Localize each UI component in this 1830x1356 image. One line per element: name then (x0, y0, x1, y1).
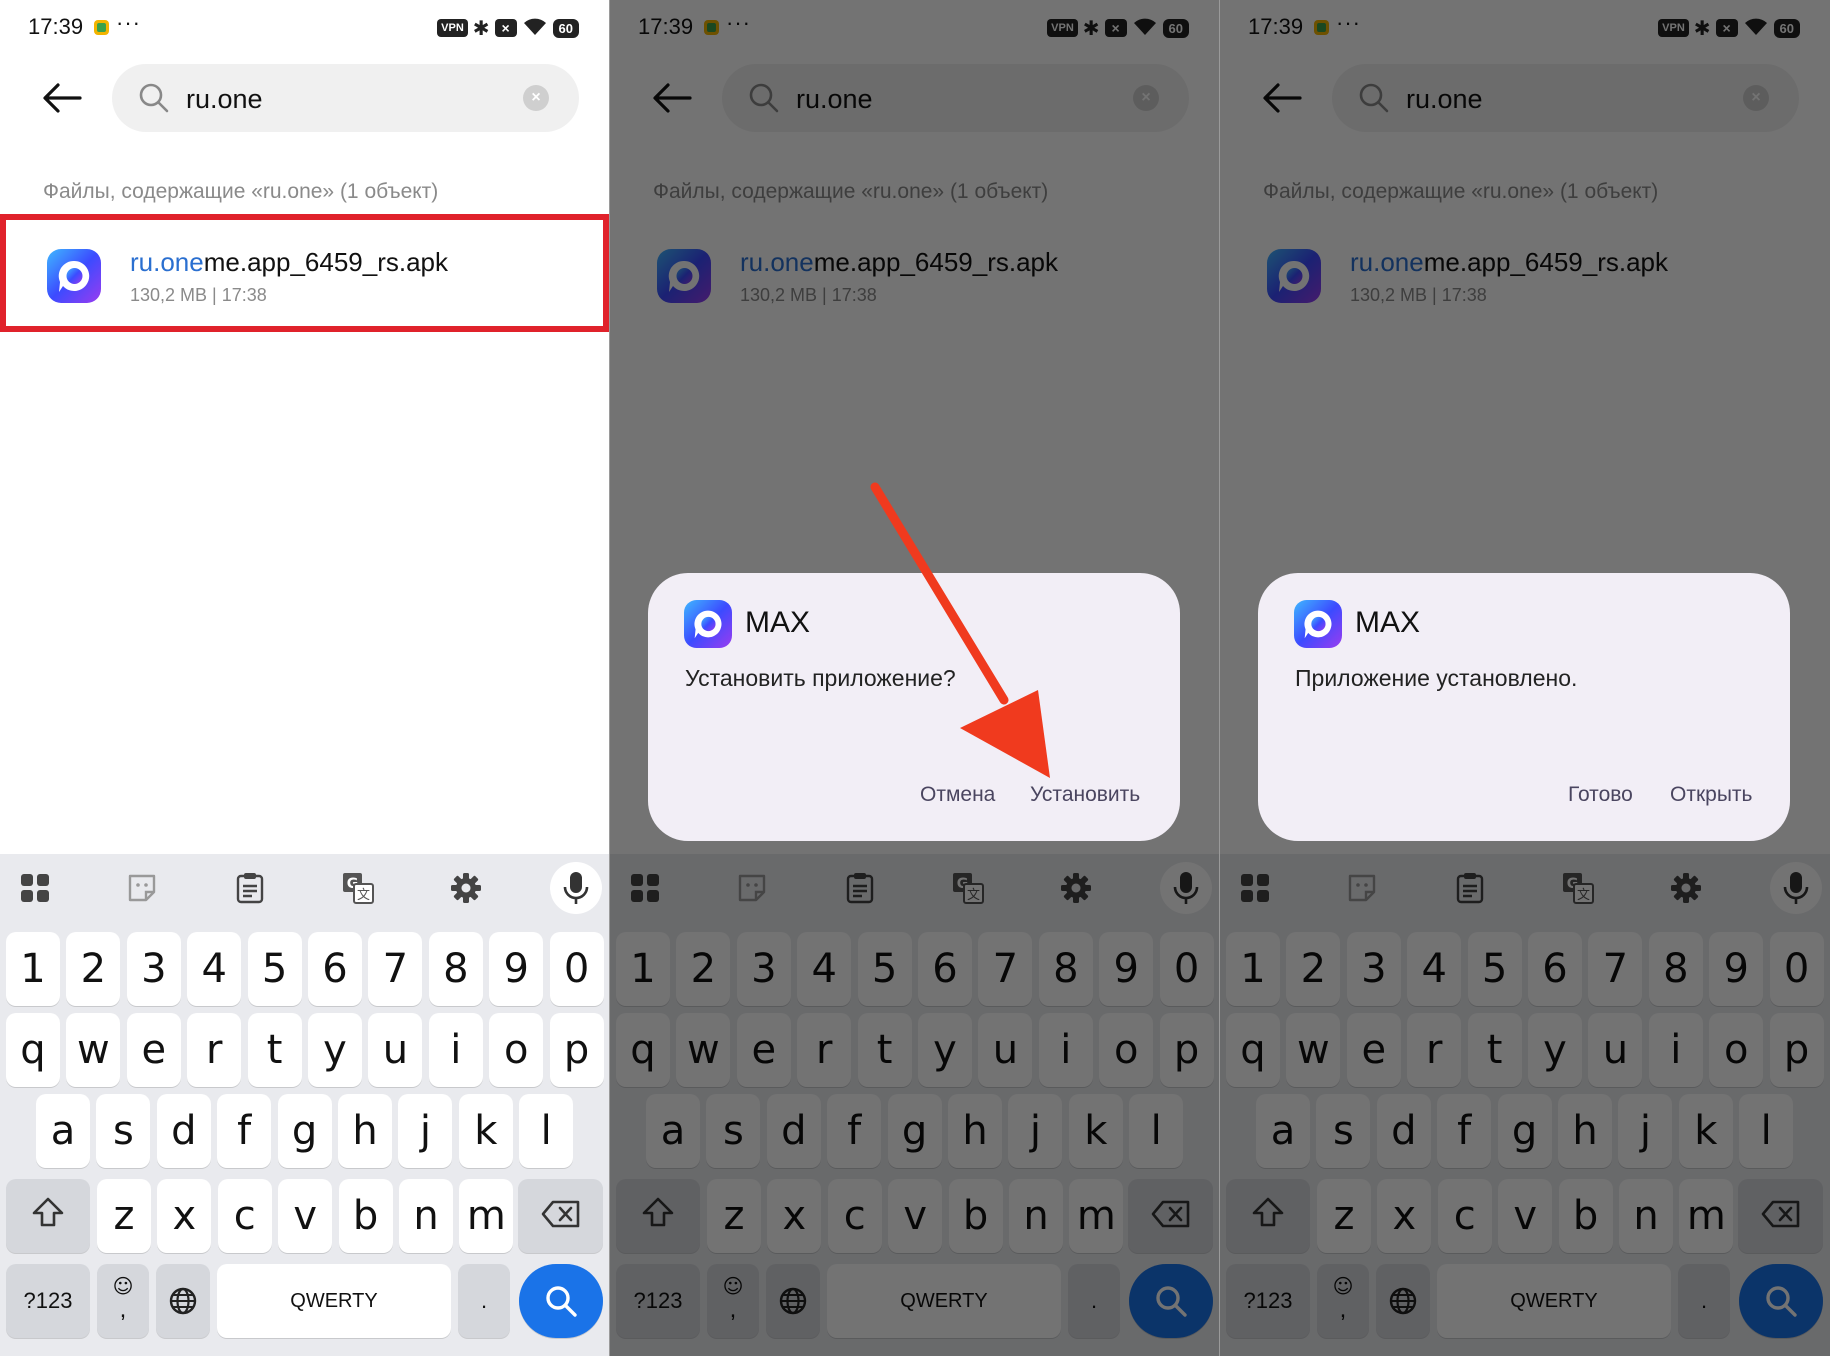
wifi-icon (522, 16, 548, 41)
key-3[interactable]: 3 (126, 932, 181, 1006)
back-arrow-icon[interactable] (40, 76, 84, 120)
dialog-app-name: MAX (745, 606, 811, 639)
key-a[interactable]: a (36, 1094, 90, 1168)
search-enter-key[interactable] (519, 1264, 603, 1338)
on-screen-keyboard: G文 1234567890 qwertyuiop asdfghjkl zxcvbnm?… (0, 854, 609, 1356)
key-p[interactable]: p (549, 1013, 604, 1087)
key-i[interactable]: i (428, 1013, 483, 1087)
max-app-icon (684, 600, 732, 648)
comma-label: , (119, 1296, 127, 1323)
screenshot-panel-install-prompt: 17:39 ··· VPN ✱ × 60 ru.one × Файлы, сод… (610, 0, 1219, 1356)
max-app-icon (1294, 600, 1342, 648)
key-j[interactable]: j (398, 1094, 453, 1168)
key-k[interactable]: k (458, 1094, 513, 1168)
key-s[interactable]: s (96, 1094, 151, 1168)
key-c[interactable]: c (217, 1179, 272, 1253)
sticker-icon[interactable] (122, 868, 162, 908)
key-1[interactable]: 1 (6, 932, 60, 1006)
key-q[interactable]: q (6, 1013, 60, 1087)
battery-icon: 60 (552, 18, 579, 38)
key-4[interactable]: 4 (187, 932, 242, 1006)
key-9[interactable]: 9 (489, 932, 544, 1006)
dialog-app-name: MAX (1355, 606, 1421, 639)
key-2[interactable]: 2 (66, 932, 121, 1006)
sim-off-icon: × (494, 19, 517, 37)
apps-grid-icon[interactable] (15, 868, 55, 908)
dialog-message: Приложение установлено. (1295, 665, 1578, 691)
shift-key[interactable] (6, 1179, 90, 1253)
settings-gear-icon[interactable] (446, 868, 486, 908)
file-size-and-time: 130,2 MB | 17:38 (130, 285, 267, 305)
notification-app-icon (94, 20, 109, 35)
search-query-text: ru.one (186, 84, 263, 114)
clear-search-icon[interactable]: × (523, 85, 549, 111)
key-b[interactable]: b (338, 1179, 393, 1253)
key-o[interactable]: o (489, 1013, 544, 1087)
screenshot-panel-installed: 17:39 ··· VPN ✱ × 60 ru.one × Файлы, сод… (1220, 0, 1830, 1356)
space-key[interactable]: QWERTY (217, 1264, 451, 1338)
search-icon (138, 82, 170, 114)
screenshot-panel-search: 17:39 ··· VPN ✱ × 60 ru.one × Файлы, сод… (0, 0, 609, 1356)
search-input[interactable]: ru.one × (112, 64, 579, 132)
keyboard-toolbar: G文 (0, 854, 609, 924)
dialog-message: Установить приложение? (685, 665, 956, 691)
key-y[interactable]: y (308, 1013, 362, 1087)
more-notifications-icon: ··· (116, 10, 141, 35)
key-8[interactable]: 8 (428, 932, 483, 1006)
dialog-secondary-button[interactable]: Отмена (920, 783, 995, 807)
period-key[interactable]: . (458, 1264, 510, 1338)
key-d[interactable]: d (156, 1094, 211, 1168)
microphone-icon (556, 868, 596, 908)
key-6[interactable]: 6 (308, 932, 362, 1006)
status-bar: 17:39 ··· VPN ✱ × 60 (0, 0, 609, 56)
key-5[interactable]: 5 (247, 932, 302, 1006)
key-u[interactable]: u (368, 1013, 423, 1087)
key-7[interactable]: 7 (368, 932, 423, 1006)
language-globe-key[interactable] (156, 1264, 210, 1338)
status-time: 17:39 (28, 14, 84, 39)
key-w[interactable]: w (66, 1013, 121, 1087)
clipboard-icon[interactable] (230, 868, 270, 908)
key-f[interactable]: f (217, 1094, 272, 1168)
file-name: ru.oneme.app_6459_rs.apk (130, 247, 448, 278)
dialog-primary-button[interactable]: Установить (1030, 783, 1140, 807)
symbols-key[interactable]: ?123 (6, 1264, 90, 1338)
install-dialog: MAX Приложение установлено. Готово Откры… (1258, 573, 1790, 841)
file-name-match: ru.one (130, 247, 204, 277)
key-0[interactable]: 0 (549, 932, 604, 1006)
key-n[interactable]: n (399, 1179, 453, 1253)
key-t[interactable]: t (247, 1013, 302, 1087)
key-m[interactable]: m (459, 1179, 514, 1253)
translate-icon[interactable]: G文 (338, 868, 378, 908)
dialog-secondary-button[interactable]: Готово (1568, 783, 1633, 807)
svg-text:文: 文 (357, 888, 370, 903)
install-dialog: MAX Установить приложение? Отмена Устано… (648, 573, 1180, 841)
key-v[interactable]: v (278, 1179, 333, 1253)
key-h[interactable]: h (338, 1094, 392, 1168)
emoji-key[interactable]: ☺, (97, 1264, 149, 1338)
key-r[interactable]: r (187, 1013, 242, 1087)
dialog-primary-button[interactable]: Открыть (1670, 783, 1752, 807)
key-x[interactable]: x (157, 1179, 212, 1253)
key-e[interactable]: e (126, 1013, 181, 1087)
key-l[interactable]: l (519, 1094, 574, 1168)
file-name-rest: me.app_6459_rs.apk (203, 247, 449, 277)
emoji-icon: ☺ (112, 1274, 134, 1298)
key-g[interactable]: g (277, 1094, 332, 1168)
vpn-icon: VPN (437, 19, 468, 37)
bluetooth-icon: ✱ (472, 17, 490, 40)
key-z[interactable]: z (97, 1179, 151, 1253)
max-app-icon (47, 249, 101, 303)
results-caption: Файлы, содержащие «ru.one» (1 объект) (43, 180, 439, 203)
backspace-key[interactable] (518, 1179, 603, 1253)
